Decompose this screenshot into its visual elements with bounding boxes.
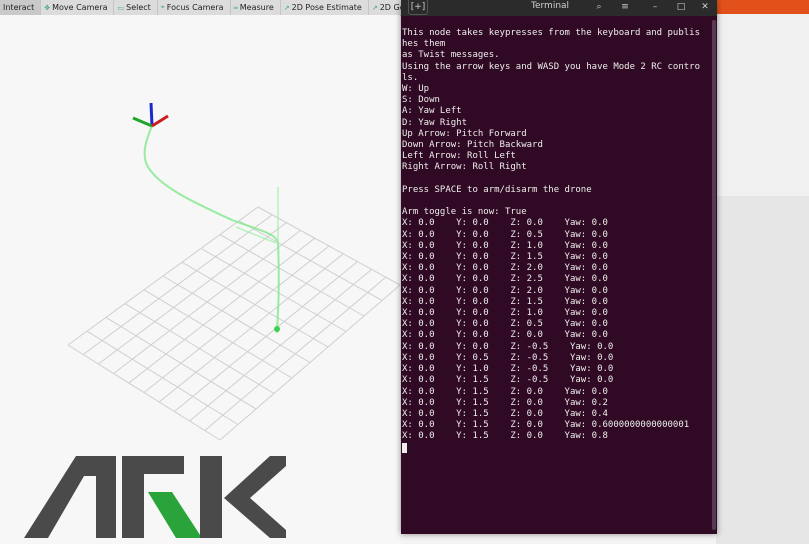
terminal-line: X: 0.0 Y: 0.0 Z: 1.0 Yaw: 0.0 — [402, 240, 608, 251]
panel-lower-area — [716, 196, 809, 544]
pose-estimate-icon: ↗ — [283, 3, 290, 12]
tool-focus-camera-label: Focus Camera — [166, 3, 224, 12]
terminal-line: D: Yaw Right — [402, 117, 468, 128]
tool-select[interactable]: ▭ Select — [114, 0, 158, 15]
terminal-line: Right Arrow: Roll Right — [402, 162, 527, 173]
z-axis-line — [149, 102, 154, 127]
grid-line — [219, 284, 400, 441]
terminal-cursor — [402, 442, 407, 453]
terminal-line: X: 0.0 Y: 0.0 Z: 2.0 Yaw: 0.0 — [402, 263, 608, 274]
terminal-headerbar: [+] Terminal ⌕ ≡ – □ ✕ — [401, 0, 717, 16]
close-icon[interactable]: ✕ — [697, 0, 713, 14]
tool-measure-label: Measure — [239, 3, 274, 12]
terminal-line: X: 0.0 Y: 0.0 Z: 0.5 Yaw: 0.0 — [402, 229, 608, 240]
measure-icon: ═ — [233, 3, 238, 12]
tool-focus-camera[interactable]: ⌖ Focus Camera — [158, 0, 231, 15]
terminal-window[interactable]: [+] Terminal ⌕ ≡ – □ ✕ This node takes k… — [401, 0, 717, 534]
logo-letter-a — [24, 456, 116, 538]
logo-letter-k-stem — [200, 456, 222, 538]
drone-marker — [274, 326, 280, 332]
tool-interact-label: Interact — [3, 3, 35, 12]
terminal-line: X: 0.0 Y: 0.0 Z: 1.0 Yaw: 0.0 — [402, 308, 608, 319]
terminal-line: X: 0.0 Y: 1.5 Z: 0.0 Yaw: 0.2 — [402, 397, 608, 408]
terminal-output[interactable]: This node takes keypresses from the keyb… — [401, 16, 713, 534]
terminal-text: This node takes keypresses from the keyb… — [402, 28, 700, 456]
terminal-line: Down Arrow: Pitch Backward — [402, 140, 543, 151]
ark-logo — [24, 456, 286, 538]
rviz-side-panel — [716, 14, 809, 544]
minimize-icon[interactable]: – — [647, 0, 663, 14]
y-axis-line — [132, 116, 153, 128]
maximize-icon[interactable]: □ — [673, 0, 689, 14]
tool-2d-pose-estimate-label: 2D Pose Estimate — [291, 3, 362, 12]
terminal-line: X: 0.0 Y: 0.0 Z: -0.5 Yaw: 0.0 — [402, 341, 614, 352]
terminal-line: X: 0.0 Y: 0.0 Z: 2.0 Yaw: 0.0 — [402, 285, 608, 296]
terminal-line: hes them — [402, 39, 446, 50]
terminal-line: X: 0.0 Y: 0.0 Z: 0.0 Yaw: 0.0 — [402, 330, 608, 341]
terminal-line: This node takes keypresses from the keyb… — [402, 28, 701, 38]
terminal-line: X: 0.0 Y: 1.5 Z: 0.0 Yaw: 0.4 — [402, 408, 608, 419]
terminal-line: A: Yaw Left — [402, 106, 462, 117]
grid-line — [204, 276, 387, 431]
terminal-line: ls. — [402, 72, 419, 83]
terminal-line: X: 0.0 Y: 0.0 Z: 2.5 Yaw: 0.0 — [402, 274, 608, 285]
new-tab-icon[interactable]: [+] — [408, 0, 428, 15]
terminal-line: X: 0.0 Y: 1.5 Z: 0.0 Yaw: 0.8 — [402, 431, 608, 442]
terminal-line: X: 0.0 Y: 0.5 Z: -0.5 Yaw: 0.0 — [402, 352, 614, 363]
terminal-line: X: 0.0 Y: 1.5 Z: 0.0 Yaw: 0.0 — [402, 386, 608, 397]
terminal-line: X: 0.0 Y: 0.0 Z: 1.5 Yaw: 0.0 — [402, 296, 608, 307]
terminal-scrollbar[interactable] — [712, 20, 716, 530]
terminal-line: Press SPACE to arm/disarm the drone — [402, 184, 592, 195]
tool-move-camera-label: Move Camera — [52, 3, 108, 12]
terminal-line: S: Down — [402, 95, 440, 106]
menu-icon[interactable]: ≡ — [617, 0, 633, 14]
terminal-line: Up Arrow: Pitch Forward — [402, 128, 527, 139]
terminal-line: X: 0.0 Y: 0.0 Z: 1.5 Yaw: 0.0 — [402, 252, 608, 263]
terminal-line: as Twist messages. — [402, 50, 500, 61]
terminal-line: Left Arrow: Roll Left — [402, 151, 516, 162]
terminal-line: X: 0.0 Y: 1.5 Z: 0.0 Yaw: 0.600000000000… — [402, 420, 690, 431]
x-axis-line — [151, 114, 169, 128]
terminal-title: Terminal — [531, 1, 570, 11]
terminal-line: Using the arrow keys and WASD you have M… — [402, 61, 701, 72]
desktop-top-accent — [716, 0, 809, 14]
terminal-line: X: 0.0 Y: 0.0 Z: 0.0 Yaw: 0.0 — [402, 218, 608, 229]
tool-select-label: Select — [126, 3, 151, 12]
terminal-line: X: 0.0 Y: 1.5 Z: -0.5 Yaw: 0.0 — [402, 375, 614, 386]
tool-2d-pose-estimate[interactable]: ↗ 2D Pose Estimate — [281, 0, 369, 15]
logo-letter-r-leg — [148, 492, 202, 538]
tool-measure[interactable]: ═ Measure — [231, 0, 281, 15]
move-camera-icon: ✥ — [44, 3, 51, 12]
select-icon: ▭ — [117, 3, 125, 12]
grid-line — [189, 269, 372, 422]
terminal-prompt-line — [402, 442, 700, 456]
axes-marker — [132, 102, 169, 128]
terminal-line: W: Up — [402, 84, 430, 95]
search-icon[interactable]: ⌕ — [591, 0, 607, 14]
focus-camera-icon: ⌖ — [160, 3, 165, 11]
tool-move-camera[interactable]: ✥ Move Camera — [41, 0, 115, 15]
tool-interact[interactable]: Interact — [0, 0, 42, 15]
terminal-line: X: 0.0 Y: 1.0 Z: -0.5 Yaw: 0.0 — [402, 364, 614, 375]
terminal-line: X: 0.0 Y: 0.0 Z: 0.5 Yaw: 0.0 — [402, 319, 608, 330]
goal-pose-icon: ↗ — [371, 3, 378, 12]
ground-grid — [67, 206, 400, 441]
terminal-line: Arm toggle is now: True — [402, 207, 527, 218]
logo-letter-k-arm — [224, 456, 286, 538]
